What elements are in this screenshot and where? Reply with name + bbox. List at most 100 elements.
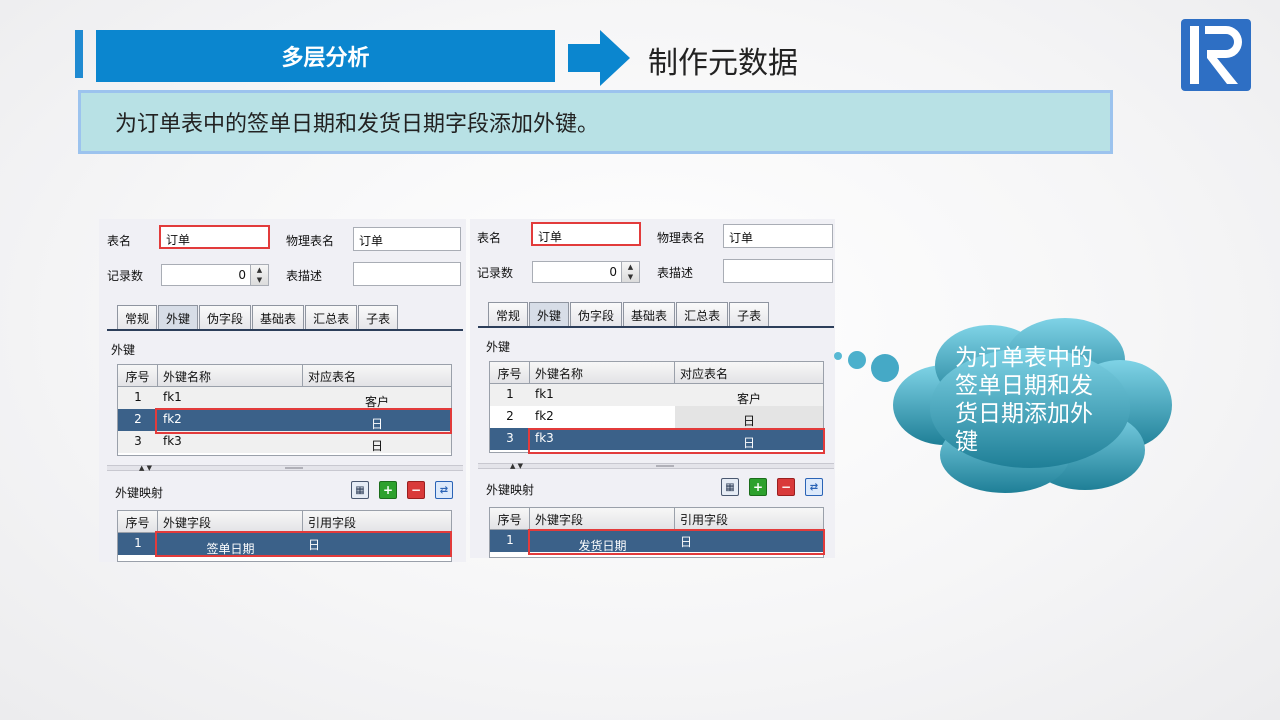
physical-name-input[interactable]: 订单 xyxy=(723,224,833,248)
table-row[interactable]: 1 fk1 客户 xyxy=(118,387,451,409)
tab-sub-table[interactable]: 子表 xyxy=(729,302,770,326)
fk-table-header: 序号 外键名称 对应表名 xyxy=(118,365,451,387)
records-label: 记录数 xyxy=(107,269,144,283)
collapse-arrows-icon[interactable]: ▲ ▼ xyxy=(139,464,152,472)
table-desc-label: 表描述 xyxy=(286,269,323,283)
fk-mapping-header: 序号 外键字段 引用字段 xyxy=(490,508,823,530)
tab-divider xyxy=(107,329,463,331)
table-name-input[interactable]: 订单 xyxy=(159,225,270,249)
tab-summary-table[interactable]: 汇总表 xyxy=(676,302,729,326)
column-header[interactable]: 外键名称 xyxy=(158,365,303,386)
column-header[interactable]: 序号 xyxy=(118,511,158,532)
fk-field-cell: 签单日期 xyxy=(206,542,255,556)
ref-field-cell: 日 xyxy=(680,535,693,549)
link-table-icon[interactable]: ⇄ xyxy=(435,481,453,499)
fk-section-title: 外键 xyxy=(486,340,511,354)
physical-name-input[interactable]: 订单 xyxy=(353,227,461,251)
table-grid-icon[interactable]: ▦ xyxy=(721,478,739,496)
row-number: 1 xyxy=(134,390,142,404)
add-icon[interactable]: + xyxy=(379,481,397,499)
fk-mapping-title: 外键映射 xyxy=(486,483,535,497)
column-header[interactable]: 引用字段 xyxy=(303,511,451,532)
tab-base-table[interactable]: 基础表 xyxy=(623,302,676,326)
fk-mapping-table: 序号 外键字段 引用字段 1 发货日期 日 xyxy=(489,507,824,558)
remove-icon[interactable]: − xyxy=(407,481,425,499)
column-header[interactable]: 外键字段 xyxy=(158,511,303,532)
tab-divider xyxy=(478,326,834,328)
fk-name-cell: fk1 xyxy=(163,390,182,404)
column-header[interactable]: 外键名称 xyxy=(530,362,675,383)
fk-mapping-table: 序号 外键字段 引用字段 1 签单日期 日 xyxy=(117,510,452,562)
records-spinner[interactable]: 0 ▲ ▼ xyxy=(161,264,269,286)
tab-sub-table[interactable]: 子表 xyxy=(358,305,399,329)
row-number: 1 xyxy=(506,533,514,547)
table-name-label: 表名 xyxy=(477,231,502,245)
table-name-label: 表名 xyxy=(107,234,132,248)
table-row[interactable]: 1 签单日期 日 xyxy=(118,533,451,556)
table-row[interactable]: 2 fk2 日 xyxy=(490,406,823,428)
fk-section-title: 外键 xyxy=(111,343,136,357)
column-header[interactable]: 对应表名 xyxy=(675,362,823,383)
fk-table: 序号 外键名称 对应表名 1 fk1 客户 2 fk2 日 3 fk3 日 xyxy=(117,364,452,456)
tab-general[interactable]: 常规 xyxy=(488,302,529,326)
tab-foreign-key[interactable]: 外键 xyxy=(158,305,199,329)
table-grid-icon[interactable]: ▦ xyxy=(351,481,369,499)
table-desc-input[interactable] xyxy=(723,259,833,283)
tab-strip: 常规 外键 伪字段 基础表 汇总表 子表 xyxy=(488,302,770,326)
column-header[interactable]: 序号 xyxy=(118,365,158,386)
arrow-right-icon xyxy=(568,30,630,86)
section-title: 多层分析 xyxy=(96,30,555,82)
ref-table-cell: 客户 xyxy=(364,395,389,409)
fk-name-cell: fk3 xyxy=(163,434,182,448)
table-row[interactable]: 2 fk2 日 xyxy=(118,409,451,431)
pane-splitter[interactable]: ▲ ▼ xyxy=(107,464,463,472)
collapse-arrows-icon[interactable]: ▲ ▼ xyxy=(510,462,523,470)
callout-text: 为订单表中的签单日期和发货日期添加外键 xyxy=(955,345,1093,455)
splitter-grip-icon xyxy=(285,467,303,469)
fk-mapping-header: 序号 外键字段 引用字段 xyxy=(118,511,451,533)
spinner-arrows-icon[interactable]: ▲ ▼ xyxy=(250,265,268,285)
table-row[interactable]: 1 fk1 客户 xyxy=(490,384,823,406)
page-subtitle: 制作元数据 xyxy=(648,46,798,81)
column-header[interactable]: 对应表名 xyxy=(303,365,451,386)
fk-mapping-title: 外键映射 xyxy=(115,486,164,500)
table-row[interactable]: 1 发货日期 日 xyxy=(490,530,823,553)
column-header[interactable]: 引用字段 xyxy=(675,508,823,529)
spinner-arrows-icon[interactable]: ▲ ▼ xyxy=(621,262,639,282)
tab-strip: 常规 外键 伪字段 基础表 汇总表 子表 xyxy=(117,305,399,329)
tab-general[interactable]: 常规 xyxy=(117,305,158,329)
tab-foreign-key[interactable]: 外键 xyxy=(529,302,570,326)
row-number: 3 xyxy=(506,431,514,445)
table-row[interactable]: 3 fk3 日 xyxy=(490,428,823,450)
row-number: 1 xyxy=(134,536,142,550)
column-header[interactable]: 外键字段 xyxy=(530,508,675,529)
table-desc-input[interactable] xyxy=(353,262,461,286)
fk-name-cell: fk2 xyxy=(163,412,182,426)
table-row[interactable]: 3 fk3 日 xyxy=(118,431,451,453)
row-number: 1 xyxy=(506,387,514,401)
tab-pseudo-field[interactable]: 伪字段 xyxy=(199,305,252,329)
pane-splitter[interactable]: ▲ ▼ xyxy=(478,462,834,470)
records-spinner[interactable]: 0 ▲ ▼ xyxy=(532,261,640,283)
physical-name-label: 物理表名 xyxy=(286,234,335,248)
fk-table-header: 序号 外键名称 对应表名 xyxy=(490,362,823,384)
tab-pseudo-field[interactable]: 伪字段 xyxy=(570,302,623,326)
ref-field-cell: 日 xyxy=(308,538,321,552)
records-label: 记录数 xyxy=(477,266,514,280)
ref-table-cell: 日 xyxy=(742,436,755,450)
ref-table-cell: 客户 xyxy=(736,392,761,406)
splitter-grip-icon xyxy=(656,465,674,467)
remove-icon[interactable]: − xyxy=(777,478,795,496)
records-value: 0 xyxy=(238,268,246,282)
link-table-icon[interactable]: ⇄ xyxy=(805,478,823,496)
tab-summary-table[interactable]: 汇总表 xyxy=(305,305,358,329)
row-number: 2 xyxy=(506,409,514,423)
column-header[interactable]: 序号 xyxy=(490,362,530,383)
column-header[interactable]: 序号 xyxy=(490,508,530,529)
table-name-input[interactable]: 订单 xyxy=(531,222,641,246)
tab-base-table[interactable]: 基础表 xyxy=(252,305,305,329)
physical-name-label: 物理表名 xyxy=(657,231,706,245)
add-icon[interactable]: + xyxy=(749,478,767,496)
row-number: 3 xyxy=(134,434,142,448)
ref-table-cell: 日 xyxy=(370,417,383,431)
